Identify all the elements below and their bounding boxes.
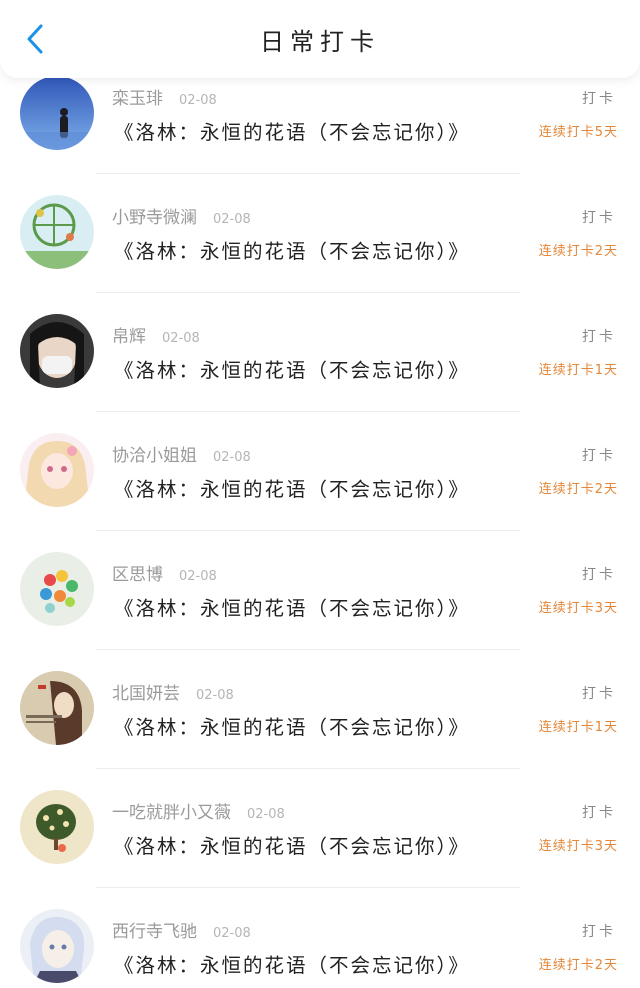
divider xyxy=(96,530,520,531)
book-title: 《洛林：永恒的花语（不会忘记你）》 xyxy=(114,716,470,739)
book-title: 《洛林：永恒的花语（不会忘记你）》 xyxy=(114,835,470,858)
divider xyxy=(96,173,520,174)
streak-text: 连续打卡2天 xyxy=(538,244,618,259)
list-item[interactable]: 西行寺飞驰 02-08 《洛林：永恒的花语（不会忘记你）》 打卡 连续打卡2天 xyxy=(0,909,640,988)
checkin-list: 栾玉琲 02-08 《洛林：永恒的花语（不会忘记你）》 打卡 连续打卡5天 小野… xyxy=(0,76,640,988)
list-item[interactable]: 帛辉 02-08 《洛林：永恒的花语（不会忘记你）》 打卡 连续打卡1天 xyxy=(0,314,640,435)
divider xyxy=(96,292,520,293)
checkin-date: 02-08 xyxy=(213,926,251,941)
checkin-date: 02-08 xyxy=(196,688,234,703)
checkin-date: 02-08 xyxy=(179,569,217,584)
page-title: 日常打卡 xyxy=(260,28,380,56)
checkin-date: 02-08 xyxy=(162,331,200,346)
checkin-button[interactable]: 打卡 xyxy=(582,564,616,584)
list-item[interactable]: 小野寺微澜 02-08 《洛林：永恒的花语（不会忘记你）》 打卡 连续打卡2天 xyxy=(0,195,640,316)
list-item[interactable]: 协洽小姐姐 02-08 《洛林：永恒的花语（不会忘记你）》 打卡 连续打卡2天 xyxy=(0,433,640,554)
checkin-page: 日常打卡 栾玉琲 02-08 《洛林：永恒的花语（不会忘记你）》 打卡 连续打卡… xyxy=(0,0,640,988)
avatar[interactable] xyxy=(20,76,94,150)
divider xyxy=(96,411,520,412)
streak-text: 连续打卡2天 xyxy=(538,482,618,497)
checkin-button[interactable]: 打卡 xyxy=(582,683,616,703)
streak-text: 连续打卡3天 xyxy=(538,839,618,854)
checkin-button[interactable]: 打卡 xyxy=(582,326,616,346)
divider xyxy=(96,887,520,888)
divider xyxy=(96,768,520,769)
checkin-date: 02-08 xyxy=(213,212,251,227)
list-item[interactable]: 一吃就胖小又薇 02-08 《洛林：永恒的花语（不会忘记你）》 打卡 连续打卡3天 xyxy=(0,790,640,911)
user-name: 协洽小姐姐 xyxy=(112,446,197,466)
user-name: 北国妍芸 xyxy=(112,684,180,704)
streak-text: 连续打卡5天 xyxy=(538,125,618,140)
avatar[interactable] xyxy=(20,314,94,388)
divider xyxy=(96,649,520,650)
avatar[interactable] xyxy=(20,195,94,269)
checkin-date: 02-08 xyxy=(179,93,217,108)
avatar[interactable] xyxy=(20,671,94,745)
book-title: 《洛林：永恒的花语（不会忘记你）》 xyxy=(114,478,470,501)
avatar[interactable] xyxy=(20,552,94,626)
user-name: 西行寺飞驰 xyxy=(112,922,197,942)
user-name: 帛辉 xyxy=(112,327,146,347)
book-title: 《洛林：永恒的花语（不会忘记你）》 xyxy=(114,954,470,977)
top-bar: 日常打卡 xyxy=(0,0,640,78)
user-name: 区思博 xyxy=(112,565,163,585)
checkin-date: 02-08 xyxy=(213,450,251,465)
user-name: 一吃就胖小又薇 xyxy=(112,803,231,823)
streak-text: 连续打卡3天 xyxy=(538,601,618,616)
checkin-button[interactable]: 打卡 xyxy=(582,207,616,227)
checkin-button[interactable]: 打卡 xyxy=(582,88,616,108)
list-item[interactable]: 北国妍芸 02-08 《洛林：永恒的花语（不会忘记你）》 打卡 连续打卡1天 xyxy=(0,671,640,792)
avatar[interactable] xyxy=(20,433,94,507)
checkin-button[interactable]: 打卡 xyxy=(582,802,616,822)
checkin-date: 02-08 xyxy=(247,807,285,822)
user-name: 小野寺微澜 xyxy=(112,208,197,228)
book-title: 《洛林：永恒的花语（不会忘记你）》 xyxy=(114,121,470,144)
streak-text: 连续打卡2天 xyxy=(538,958,618,973)
list-item[interactable]: 区思博 02-08 《洛林：永恒的花语（不会忘记你）》 打卡 连续打卡3天 xyxy=(0,552,640,673)
avatar[interactable] xyxy=(20,790,94,864)
checkin-button[interactable]: 打卡 xyxy=(582,445,616,465)
book-title: 《洛林：永恒的花语（不会忘记你）》 xyxy=(114,597,470,620)
checkin-button[interactable]: 打卡 xyxy=(582,921,616,941)
streak-text: 连续打卡1天 xyxy=(538,720,618,735)
list-item[interactable]: 栾玉琲 02-08 《洛林：永恒的花语（不会忘记你）》 打卡 连续打卡5天 xyxy=(0,76,640,197)
book-title: 《洛林：永恒的花语（不会忘记你）》 xyxy=(114,240,470,263)
user-name: 栾玉琲 xyxy=(112,89,163,109)
avatar[interactable] xyxy=(20,909,94,983)
book-title: 《洛林：永恒的花语（不会忘记你）》 xyxy=(114,359,470,382)
streak-text: 连续打卡1天 xyxy=(538,363,618,378)
